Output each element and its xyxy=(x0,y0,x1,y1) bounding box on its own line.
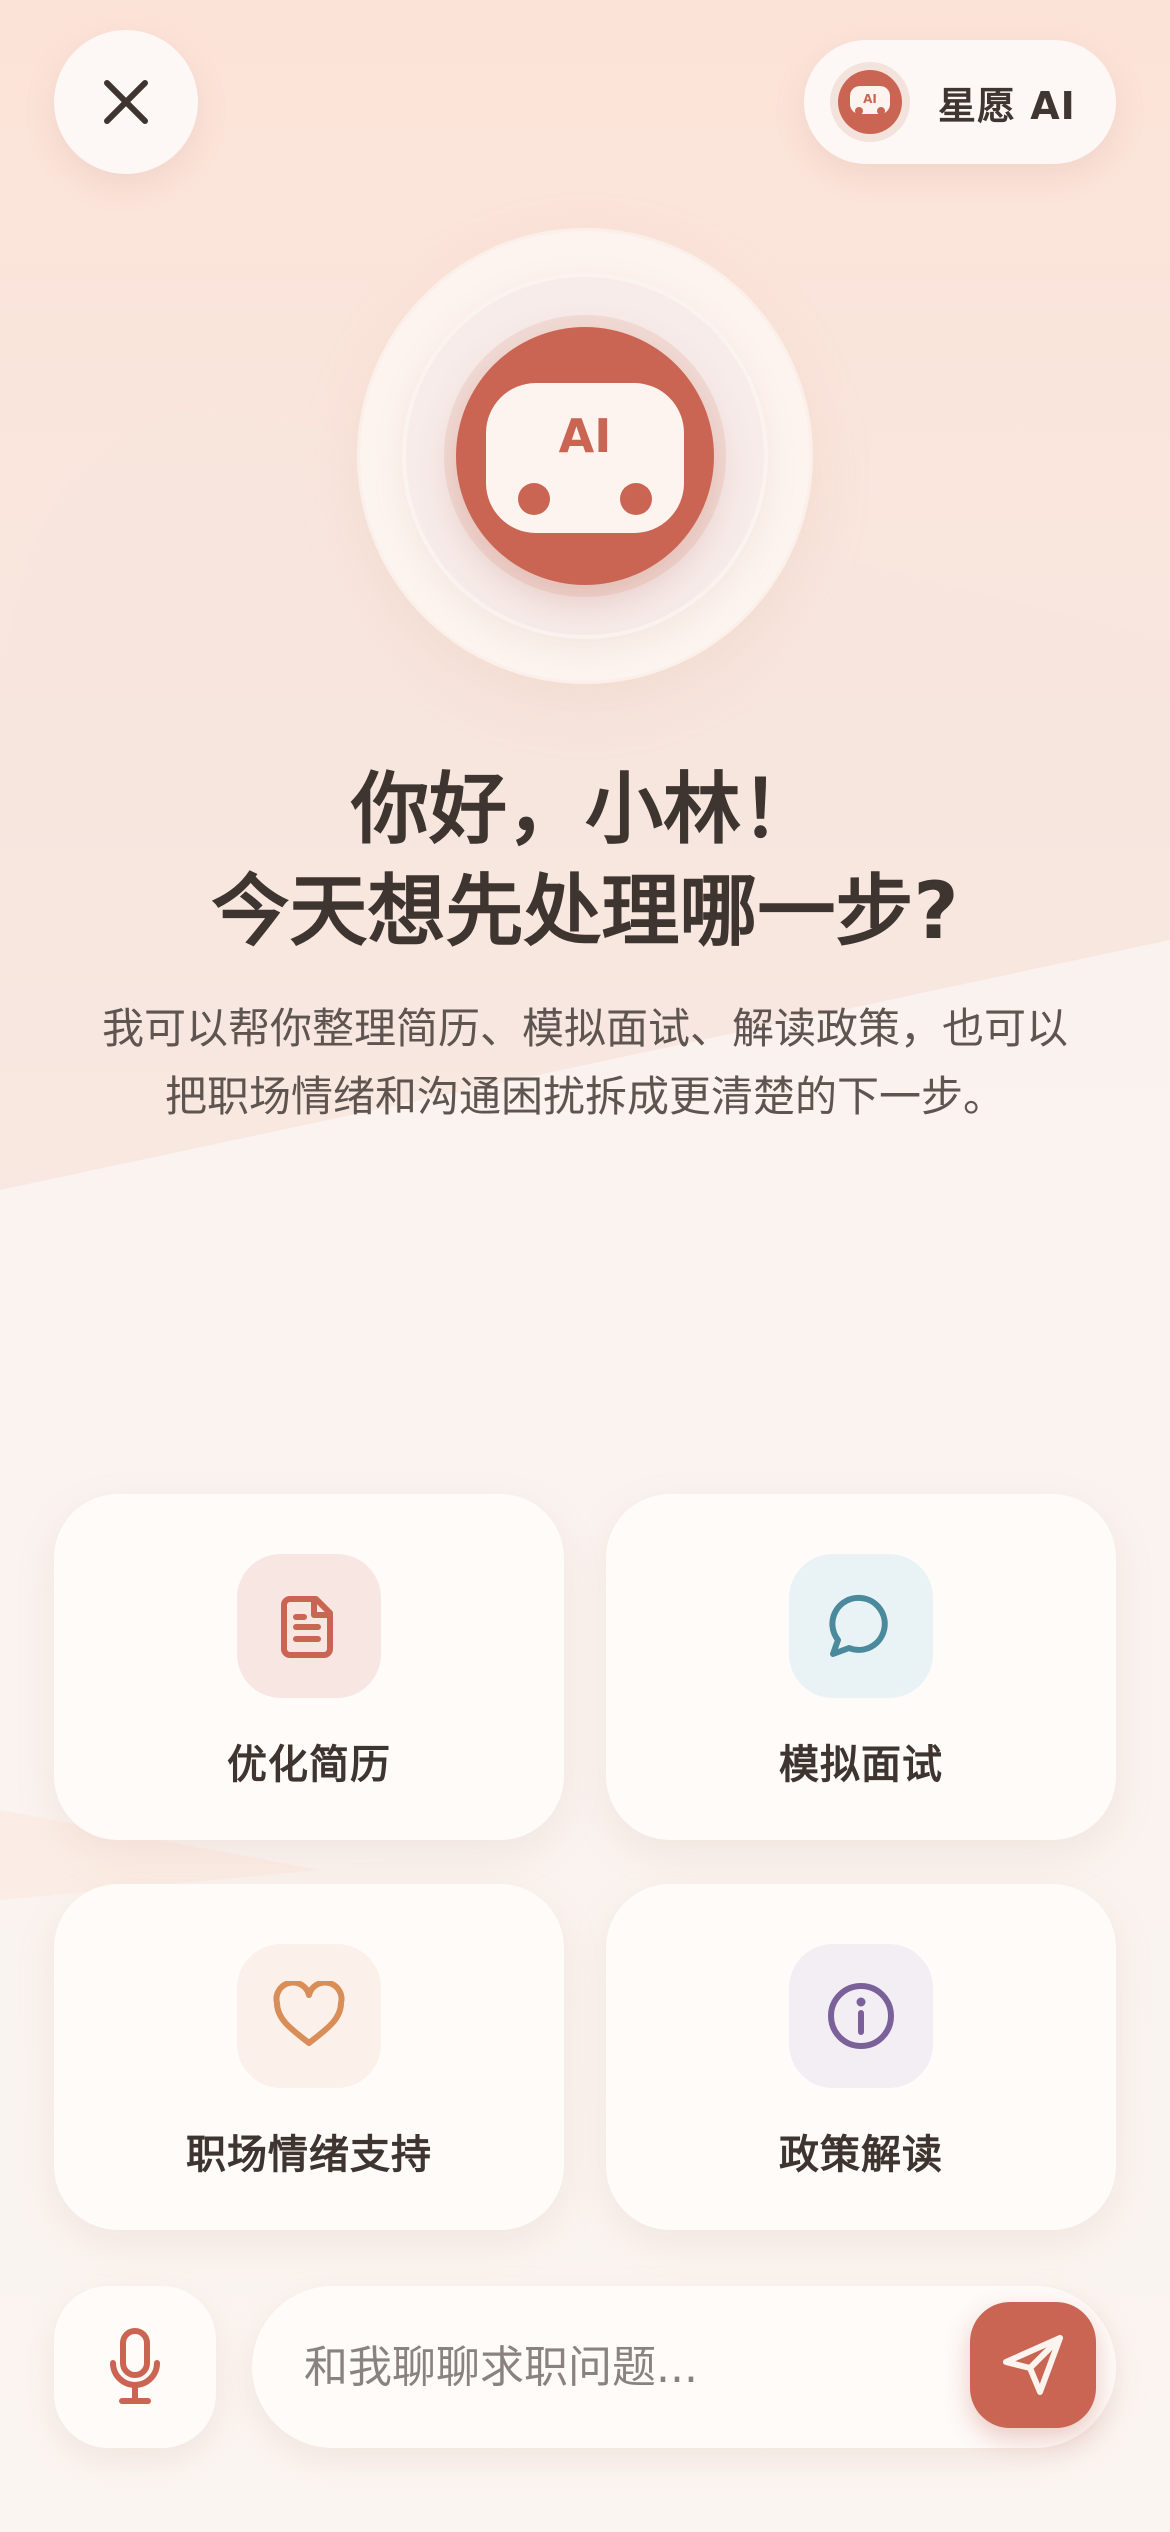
close-icon xyxy=(104,80,148,124)
svg-text:AI: AI xyxy=(863,92,877,106)
chat-input[interactable] xyxy=(304,2286,944,2448)
voice-input-button[interactable] xyxy=(54,2286,216,2448)
chat-bubble-icon xyxy=(829,1594,888,1657)
close-button[interactable] xyxy=(54,30,198,174)
action-card-emotional-support[interactable]: 职场情绪支持 xyxy=(54,1884,564,2230)
action-icon-tile xyxy=(789,1944,933,2088)
send-icon xyxy=(1003,2335,1063,2395)
send-button[interactable] xyxy=(970,2302,1096,2428)
info-icon xyxy=(828,1983,894,2049)
action-card-resume[interactable]: 优化简历 xyxy=(54,1494,564,1840)
greeting-subtitle: 我可以帮你整理简历、模拟面试、解读政策，也可以把职场情绪和沟通困扰拆成更清楚的下… xyxy=(101,1004,1068,1121)
action-icon-tile xyxy=(789,1554,933,1698)
robot-icon: AI xyxy=(838,70,902,134)
assistant-avatar-large: AI xyxy=(456,327,714,585)
assistant-avatar-small: AI xyxy=(830,62,910,142)
action-icon-tile xyxy=(237,1944,381,2088)
document-icon xyxy=(281,1596,333,1658)
microphone-icon xyxy=(110,2328,160,2404)
action-label: 职场情绪支持 xyxy=(186,2132,432,2178)
robot-icon: AI xyxy=(486,383,684,533)
action-label: 优化简历 xyxy=(227,1742,391,1788)
assistant-name: 星愿 AI xyxy=(938,83,1076,128)
greeting-question: 今天想先处理哪一步? xyxy=(211,867,959,957)
action-label: 模拟面试 xyxy=(779,1742,943,1788)
assistant-brand-badge[interactable]: AI 星愿 AI xyxy=(804,40,1116,164)
heart-icon xyxy=(273,1981,345,2046)
svg-text:AI: AI xyxy=(559,409,612,463)
action-label: 政策解读 xyxy=(779,2132,943,2178)
greeting-heading: 你好，小林！ xyxy=(350,765,819,855)
action-icon-tile xyxy=(237,1554,381,1698)
action-card-policy[interactable]: 政策解读 xyxy=(606,1884,1116,2230)
action-card-interview[interactable]: 模拟面试 xyxy=(606,1494,1116,1840)
